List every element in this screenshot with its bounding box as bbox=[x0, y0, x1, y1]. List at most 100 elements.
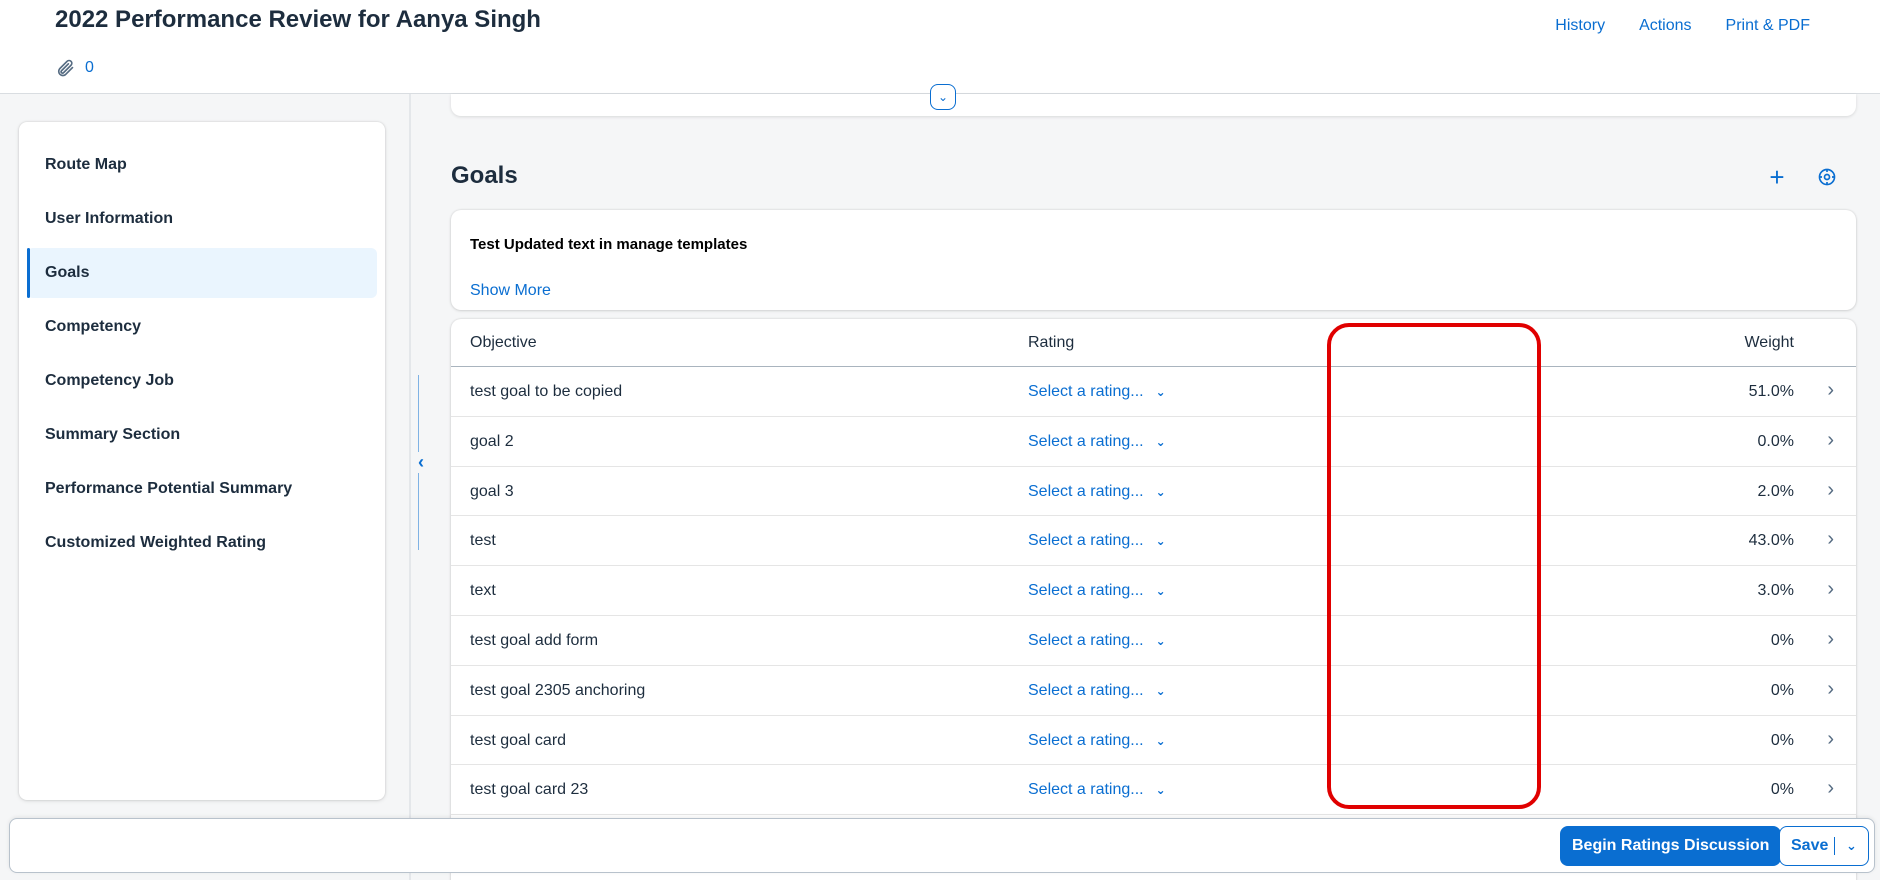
chevron-right-icon[interactable]: › bbox=[1827, 379, 1834, 402]
chevron-right-icon[interactable]: › bbox=[1827, 528, 1834, 551]
save-options-dropdown[interactable]: ⌄ bbox=[1835, 838, 1868, 854]
table-row[interactable]: goal 2 Select a rating... ⌄ 0.0% › bbox=[451, 417, 1856, 467]
objective-cell: test goal 2305 anchoring bbox=[470, 681, 646, 699]
table-row[interactable]: text Select a rating... ⌄ 3.0% › bbox=[451, 566, 1856, 616]
chevron-down-icon: ⌄ bbox=[1155, 783, 1166, 798]
column-header-objective: Objective bbox=[470, 334, 537, 351]
header-actions: History Actions Print & PDF bbox=[1555, 17, 1810, 35]
table-row[interactable]: goal 3 Select a rating... ⌄ 2.0% › bbox=[451, 467, 1856, 517]
nav-item-route-map[interactable]: Route Map bbox=[27, 140, 377, 190]
chevron-right-icon[interactable]: › bbox=[1827, 728, 1834, 751]
rating-dropdown[interactable]: Select a rating... ⌄ bbox=[1028, 682, 1166, 700]
save-button[interactable]: Save bbox=[1780, 837, 1834, 855]
nav-item-performance-potential-summary[interactable]: Performance Potential Summary bbox=[27, 464, 377, 514]
section-intro-card: Test Updated text in manage templates Sh… bbox=[451, 210, 1856, 310]
nav-item-goals[interactable]: Goals bbox=[27, 248, 377, 298]
chevron-down-icon: ⌄ bbox=[1846, 838, 1857, 853]
nav-item-summary-section[interactable]: Summary Section bbox=[27, 410, 377, 460]
rating-dropdown-label: Select a rating... bbox=[1028, 482, 1144, 500]
attachments-link[interactable]: 0 bbox=[55, 58, 94, 78]
save-split-button: Save ⌄ bbox=[1779, 826, 1869, 866]
expand-header-button[interactable]: ⌄ bbox=[930, 84, 956, 110]
chevron-down-icon: ⌄ bbox=[1155, 633, 1166, 648]
objective-cell: text bbox=[470, 582, 496, 600]
settings-icon bbox=[1818, 168, 1836, 186]
table-row[interactable]: test goal to be copied Select a rating...… bbox=[451, 367, 1856, 417]
rating-dropdown[interactable]: Select a rating... ⌄ bbox=[1028, 781, 1166, 799]
column-header-weight: Weight bbox=[1744, 334, 1794, 351]
column-divider bbox=[409, 94, 411, 880]
chevron-down-icon: ⌄ bbox=[937, 90, 949, 104]
chevron-down-icon: ⌄ bbox=[1155, 733, 1166, 748]
weight-cell: 0.0% bbox=[1757, 432, 1794, 450]
table-row[interactable]: test goal card 23 Select a rating... ⌄ 0% › bbox=[451, 765, 1856, 816]
chevron-down-icon: ⌄ bbox=[1155, 434, 1166, 449]
objective-cell: goal 3 bbox=[470, 482, 514, 500]
rating-dropdown[interactable]: Select a rating... ⌄ bbox=[1028, 582, 1166, 600]
objective-cell: test goal add form bbox=[470, 631, 599, 649]
chevron-right-icon[interactable]: › bbox=[1827, 628, 1834, 651]
weight-cell: 2.0% bbox=[1757, 482, 1794, 500]
history-link[interactable]: History bbox=[1555, 17, 1605, 35]
column-header-rating: Rating bbox=[1028, 334, 1075, 351]
table-row[interactable]: test Select a rating... ⌄ 43.0% › bbox=[451, 516, 1856, 567]
previous-section-card bbox=[451, 94, 1856, 116]
rating-dropdown[interactable]: Select a rating... ⌄ bbox=[1028, 732, 1166, 750]
rating-dropdown-label: Select a rating... bbox=[1028, 631, 1144, 649]
table-row[interactable]: test goal card Select a rating... ⌄ 0% › bbox=[451, 716, 1856, 766]
rating-dropdown-label: Select a rating... bbox=[1028, 781, 1144, 799]
goal-settings-button[interactable] bbox=[1812, 162, 1842, 192]
rating-dropdown[interactable]: Select a rating... ⌄ bbox=[1028, 433, 1166, 451]
chevron-right-icon[interactable]: › bbox=[1827, 777, 1834, 800]
weight-cell: 3.0% bbox=[1757, 582, 1794, 600]
weight-cell: 0% bbox=[1770, 631, 1794, 649]
chevron-down-icon: ⌄ bbox=[1155, 683, 1166, 698]
table-header: Objective Rating Weight bbox=[451, 319, 1856, 367]
weight-cell: 0% bbox=[1770, 681, 1794, 699]
show-more-link[interactable]: Show More bbox=[470, 282, 551, 300]
rating-dropdown[interactable]: Select a rating... ⌄ bbox=[1028, 383, 1166, 401]
nav-item-user-information[interactable]: User Information bbox=[27, 194, 377, 244]
nav-item-competency[interactable]: Competency bbox=[27, 302, 377, 352]
rating-dropdown[interactable]: Select a rating... ⌄ bbox=[1028, 483, 1166, 501]
objective-cell: test goal card 23 bbox=[470, 781, 589, 799]
add-goal-button[interactable]: + bbox=[1762, 162, 1792, 192]
objective-cell: test goal to be copied bbox=[470, 383, 623, 400]
objective-cell: test bbox=[470, 532, 496, 550]
rating-dropdown[interactable]: Select a rating... ⌄ bbox=[1028, 532, 1166, 550]
chevron-right-icon[interactable]: › bbox=[1827, 479, 1834, 502]
nav-item-competency-job[interactable]: Competency Job bbox=[27, 356, 377, 406]
table-row[interactable]: test goal add form Select a rating... ⌄ 0% › bbox=[451, 616, 1856, 666]
chevron-right-icon[interactable]: › bbox=[1827, 578, 1834, 601]
attachment-count: 0 bbox=[85, 59, 94, 76]
rating-dropdown-label: Select a rating... bbox=[1028, 681, 1144, 699]
footer-toolbar: Begin Ratings Discussion Save ⌄ bbox=[9, 818, 1875, 873]
rating-dropdown-label: Select a rating... bbox=[1028, 532, 1144, 550]
print-pdf-link[interactable]: Print & PDF bbox=[1726, 17, 1810, 35]
plus-icon: + bbox=[1769, 161, 1785, 192]
section-intro-text: Test Updated text in manage templates bbox=[470, 236, 748, 253]
section-navigation: Route Map User Information Goals Compete… bbox=[19, 122, 385, 800]
objective-cell: goal 2 bbox=[470, 432, 514, 450]
weight-cell: 43.0% bbox=[1748, 532, 1794, 550]
begin-ratings-discussion-button[interactable]: Begin Ratings Discussion bbox=[1560, 826, 1782, 866]
rating-dropdown[interactable]: Select a rating... ⌄ bbox=[1028, 632, 1166, 650]
collapse-sidebar-handle[interactable]: ‹ bbox=[414, 375, 428, 550]
nav-item-customized-weighted-rating[interactable]: Customized Weighted Rating bbox=[27, 518, 377, 568]
page-header: 2022 Performance Review for Aanya Singh … bbox=[0, 0, 1880, 94]
chevron-down-icon: ⌄ bbox=[1155, 484, 1166, 499]
chevron-left-icon: ‹ bbox=[418, 452, 424, 473]
actions-menu[interactable]: Actions bbox=[1639, 17, 1691, 35]
chevron-right-icon[interactable]: › bbox=[1827, 429, 1834, 452]
section-title: Goals bbox=[451, 162, 518, 189]
weight-cell: 0% bbox=[1770, 781, 1794, 799]
chevron-down-icon: ⌄ bbox=[1155, 385, 1166, 399]
chevron-down-icon: ⌄ bbox=[1155, 534, 1166, 549]
page-title: 2022 Performance Review for Aanya Singh bbox=[55, 6, 541, 33]
chevron-right-icon[interactable]: › bbox=[1827, 678, 1834, 701]
objective-cell: test goal card bbox=[470, 731, 567, 749]
table-row[interactable]: test goal 2305 anchoring Select a rating.… bbox=[451, 666, 1856, 716]
goals-table: Objective Rating Weight test goal to be … bbox=[451, 319, 1856, 880]
chevron-down-icon: ⌄ bbox=[1155, 584, 1166, 599]
paperclip-icon bbox=[57, 59, 74, 77]
